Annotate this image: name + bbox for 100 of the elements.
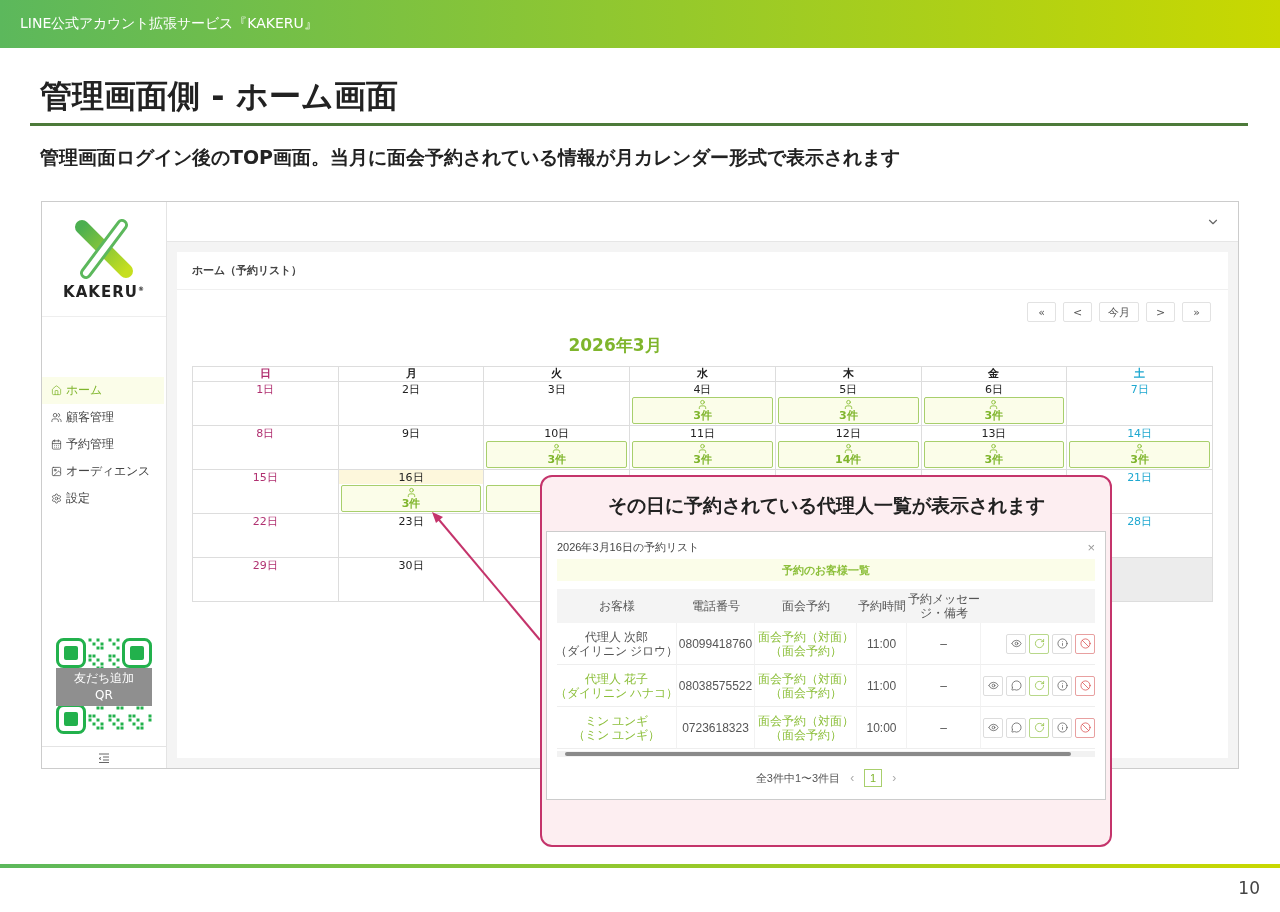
sidebar-item[interactable]: オーディエンス <box>42 458 164 485</box>
customer-reading: （ダイリニン ジロウ） <box>554 643 679 658</box>
calendar-cell[interactable]: 15日 <box>193 470 339 514</box>
date-label: 9日 <box>402 427 421 440</box>
slide-title: 管理画面側 - ホーム画面 <box>40 76 399 117</box>
date-label: 21日 <box>1127 471 1153 484</box>
nav-button[interactable]: 今月 <box>1099 302 1139 322</box>
booking-message: – <box>940 636 947 651</box>
view-button[interactable] <box>1006 633 1026 654</box>
column-header: 予約メッセージ・備考 <box>907 589 981 623</box>
sidebar-item[interactable]: 設定 <box>42 485 164 512</box>
booking-time: 11:00 <box>866 636 897 651</box>
customer-reading: （ダイリニン ハナコ） <box>554 685 679 700</box>
booking-count: 3件 <box>984 410 1004 422</box>
sidebar-item[interactable]: 予約管理 <box>42 431 164 458</box>
cancel-button[interactable] <box>1075 675 1095 696</box>
page-number: 10 <box>1238 878 1260 898</box>
date-label: 13日 <box>981 427 1007 440</box>
phone-number: 08038575522 <box>678 678 753 693</box>
info-button[interactable] <box>1052 633 1072 654</box>
calendar-cell[interactable]: 16日 3件 <box>338 470 485 514</box>
date-label: 8日 <box>256 427 275 440</box>
booking-count: 3件 <box>693 454 712 466</box>
booking-count: 3件 <box>1130 454 1149 466</box>
calendar-cell[interactable]: 2日 <box>338 382 485 426</box>
booking-count: 3件 <box>984 454 1004 466</box>
nav-button[interactable]: < <box>1063 302 1092 322</box>
date-label: 15日 <box>252 471 278 484</box>
person-icon <box>842 443 854 454</box>
calendar-cell[interactable]: 3日 <box>484 382 631 426</box>
date-label: 29日 <box>252 559 278 572</box>
column-header: 予約時間 <box>857 589 907 623</box>
pagination-summary: 全3件中1〜3件目 <box>755 770 841 786</box>
calendar-cell[interactable]: 23日 <box>338 514 485 558</box>
booking-count: 3件 <box>401 498 421 510</box>
date-label: 5日 <box>839 383 858 396</box>
booking-note: （面会予約） <box>769 685 842 700</box>
person-icon <box>842 399 854 410</box>
calendar-cell[interactable]: 30日 <box>338 558 485 602</box>
booking-message: – <box>940 678 947 693</box>
booking-type: 面会予約（対面） <box>757 671 854 686</box>
sidebar-item[interactable]: 顧客管理 <box>42 404 164 431</box>
scrollbar[interactable] <box>557 751 1095 757</box>
calendar-icon <box>51 439 62 450</box>
info-button[interactable] <box>1052 675 1072 696</box>
calendar-cell[interactable]: 12日 14件 <box>775 426 922 470</box>
date-label: 23日 <box>398 515 424 528</box>
calendar-cell[interactable]: 22日 <box>193 514 339 558</box>
calendar-cell[interactable]: 9日 <box>338 426 485 470</box>
booking-count: 14件 <box>835 454 862 466</box>
date-label: 2日 <box>402 383 421 396</box>
calendar-cell[interactable]: 11日 3件 <box>630 426 776 470</box>
logo-text: KAKERU$^{®}$ <box>63 283 145 301</box>
booking-message: – <box>940 720 947 735</box>
slide-subtitle: 管理画面ログイン後のTOP画面。当月に面会予約されている情報が月カレンダー形式で表示されます <box>40 145 902 170</box>
calendar-cell[interactable]: 29日 <box>193 558 339 602</box>
chat-button[interactable] <box>1006 717 1026 738</box>
date-label: 28日 <box>1127 515 1153 528</box>
view-button[interactable] <box>983 717 1003 738</box>
nav-button[interactable]: » <box>1182 302 1211 322</box>
person-icon <box>988 399 1000 410</box>
person-icon <box>697 443 708 454</box>
refresh-button[interactable] <box>1029 633 1049 654</box>
phone-number: 0723618323 <box>682 720 749 735</box>
person-icon <box>1134 443 1146 454</box>
calendar-cell[interactable]: 8日 <box>193 426 339 470</box>
date-label: 12日 <box>835 427 861 440</box>
customer-name: 代理人 花子 <box>584 671 649 686</box>
cancel-button[interactable] <box>1075 717 1095 738</box>
view-button[interactable] <box>983 675 1003 696</box>
calendar-cell[interactable]: 6日 3件 <box>921 382 1068 426</box>
calendar-cell[interactable]: 1日 <box>193 382 339 426</box>
nav-button[interactable]: « <box>1027 302 1056 322</box>
chat-button[interactable] <box>1006 675 1026 696</box>
cancel-button[interactable] <box>1075 633 1095 654</box>
person-icon <box>697 399 708 410</box>
booking-count: 3件 <box>547 454 567 466</box>
calendar-cell[interactable]: 10日 3件 <box>484 426 631 470</box>
month-title: 2026年3月 <box>567 334 663 356</box>
date-label: 16日 <box>398 471 424 484</box>
eye-icon <box>1010 638 1022 649</box>
date-label: 3日 <box>547 383 566 396</box>
calendar-cell[interactable]: 13日 3件 <box>921 426 1068 470</box>
person-icon <box>551 443 563 454</box>
calendar-cell[interactable]: 5日 3件 <box>775 382 922 426</box>
customer-reading: （ミン ユンギ） <box>572 727 661 742</box>
collapse-icon[interactable] <box>98 752 110 763</box>
booking-count: 3件 <box>693 410 712 422</box>
refresh-button[interactable] <box>1029 717 1049 738</box>
ban-icon <box>1079 638 1091 649</box>
qr-label: 友だち追加 QR <box>56 668 152 706</box>
refresh-button[interactable] <box>1029 675 1049 696</box>
date-label: 6日 <box>984 383 1003 396</box>
booking-note: （面会予約） <box>769 727 842 742</box>
calendar-cell[interactable]: 4日 3件 <box>630 382 776 426</box>
customer-name: ミン ユンギ <box>584 713 649 728</box>
phone-number: 08099418760 <box>678 636 753 651</box>
date-label: 4日 <box>693 383 712 396</box>
info-button[interactable] <box>1052 717 1072 738</box>
nav-button[interactable]: > <box>1146 302 1175 322</box>
